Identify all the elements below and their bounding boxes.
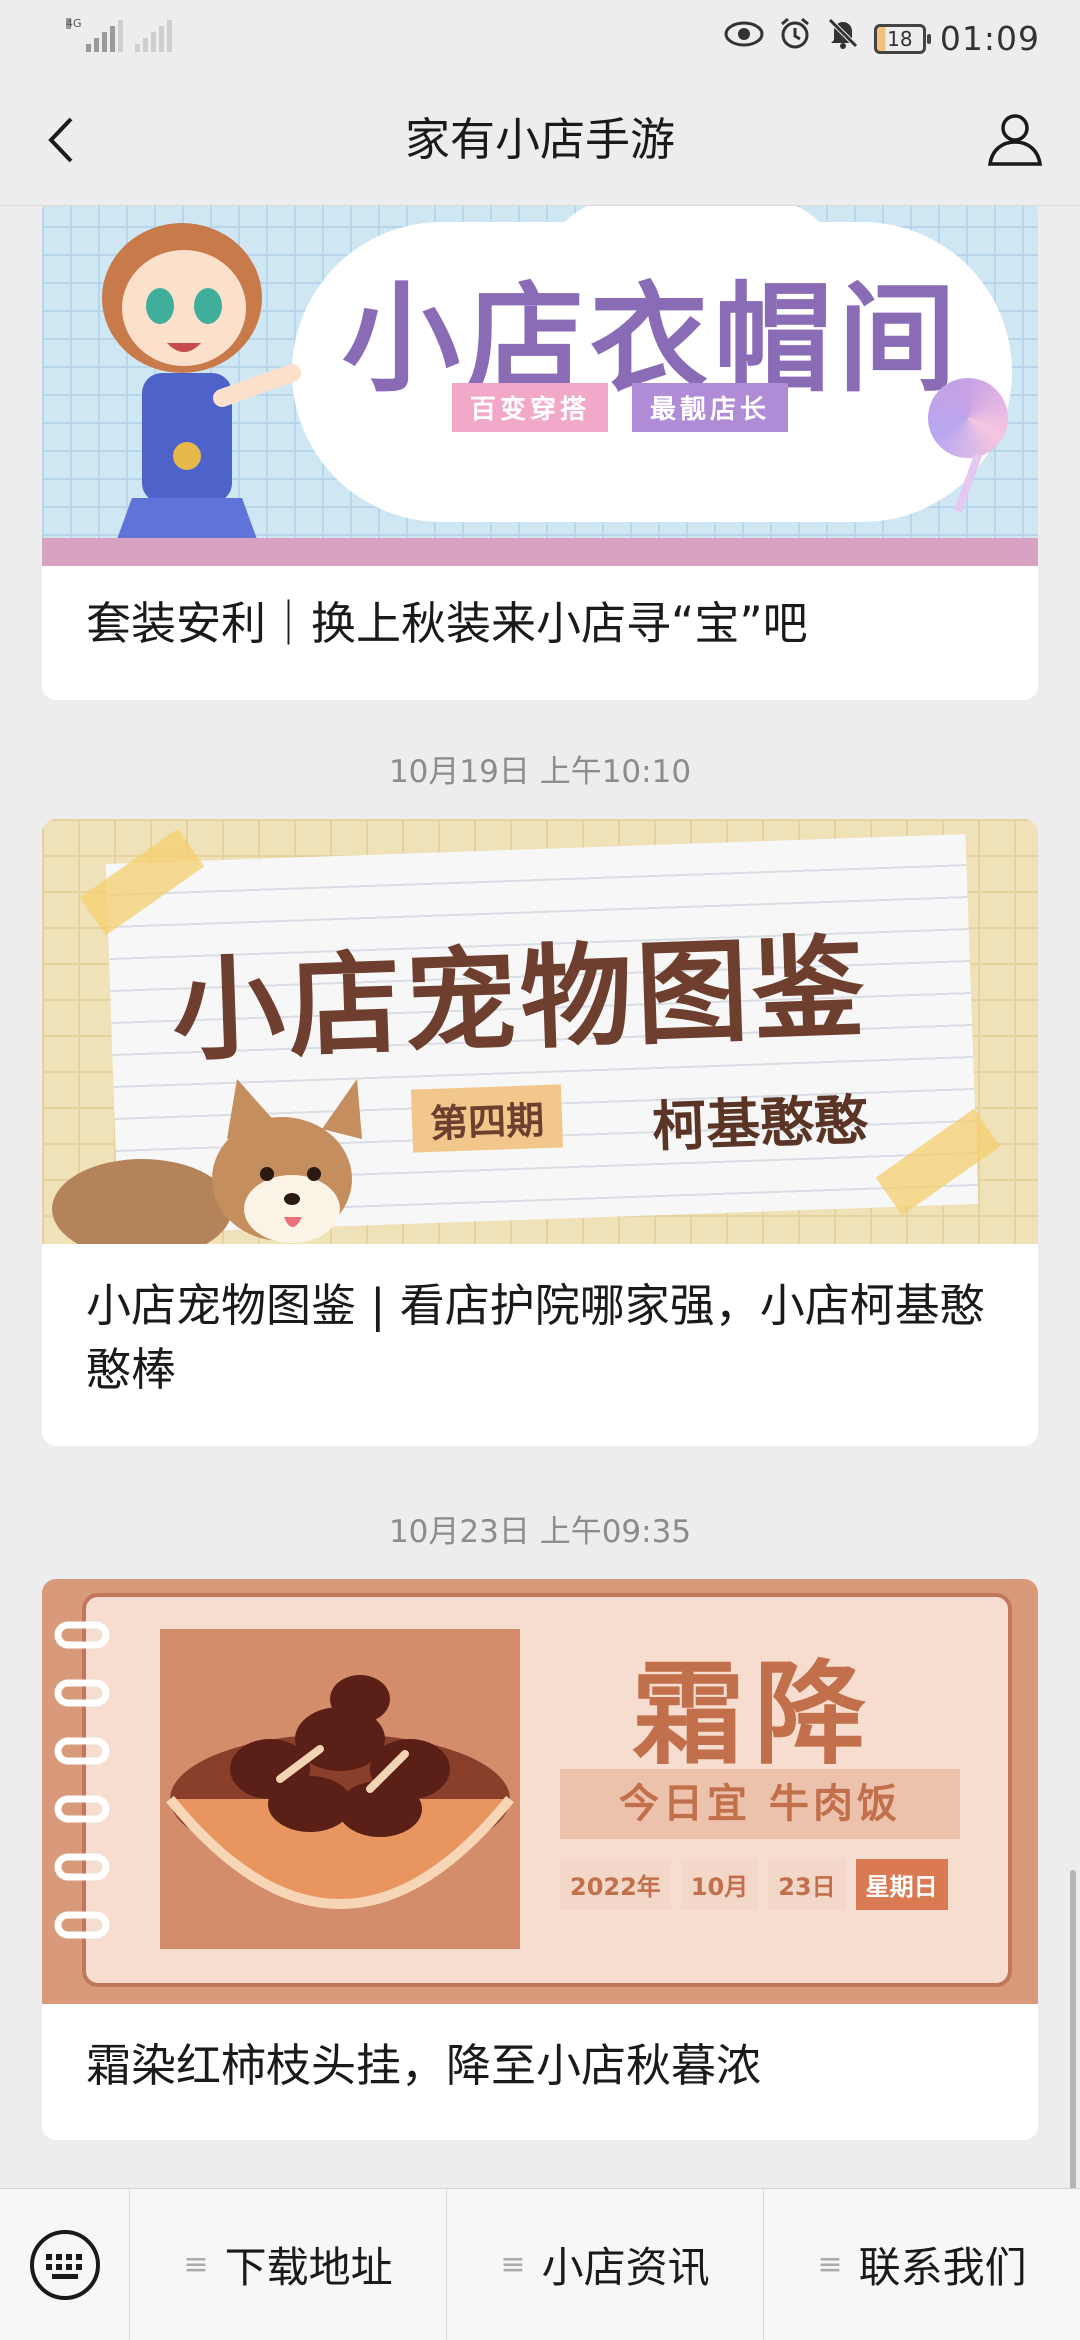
article-title[interactable]: 霜染红柿枝头挂，降至小店秋暮浓 xyxy=(42,2004,1038,2140)
banner-tag: 最靓店长 xyxy=(632,383,789,432)
menu-item-label: 小店资讯 xyxy=(541,2243,710,2292)
menu-item-news[interactable]: ≡ 小店资讯 xyxy=(447,2188,764,2340)
signal-4g-icon: 4G xyxy=(66,18,123,52)
page-title: 家有小店手游 xyxy=(404,113,675,166)
article-cover-image: 小店衣帽间 百变穿搭 最靓店长 xyxy=(42,206,1038,566)
status-time: 01:09 xyxy=(939,19,1040,58)
notebook-rings xyxy=(54,1621,110,1939)
banner-year: 2022年 xyxy=(560,1859,671,1910)
banner-date-row: 2022年 10月 23日 星期日 xyxy=(560,1859,948,1910)
status-bar: 4G 18 01:09 xyxy=(0,0,1080,72)
anime-girl-illustration xyxy=(102,223,301,553)
article-cover-image: 霜降 今日宜 牛肉饭 2022年 10月 23日 星期日 xyxy=(42,1579,1038,2004)
timestamp: 10月19日 上午10:10 xyxy=(388,754,692,790)
person-icon xyxy=(987,114,1043,166)
banner-heading: 霜降 xyxy=(632,1650,876,1780)
profile-button[interactable] xyxy=(980,104,1050,174)
menu-lines-icon: ≡ xyxy=(183,2247,209,2282)
article-cover-image: 小店宠物图鉴 第四期 柯基憨憨 xyxy=(42,819,1038,1244)
battery-icon: 18 xyxy=(873,23,931,54)
banner-tag: 百变穿搭 xyxy=(452,383,609,432)
article-card[interactable]: 小店宠物图鉴 第四期 柯基憨憨 小店宠物图鉴 | 看店护院哪家强，小店柯基憨憨棒 xyxy=(42,819,1038,1446)
network-label: 4G xyxy=(66,17,82,30)
lollipop-icon xyxy=(928,378,1008,458)
keyboard-icon xyxy=(29,2229,100,2300)
keyboard-toggle-button[interactable] xyxy=(0,2188,130,2340)
corgi-illustration xyxy=(52,1079,362,1244)
banner-subtitle: 今日宜 牛肉饭 xyxy=(560,1769,960,1839)
scrollbar[interactable] xyxy=(1070,1870,1076,2190)
banner-heading: 小店宠物图鉴 xyxy=(170,922,871,1078)
banner-weekday: 星期日 xyxy=(855,1859,948,1910)
article-feed[interactable]: 小店衣帽间 百变穿搭 最靓店长 套装安利｜换上秋装来小店寻“宝”吧 10月19日… xyxy=(0,206,1080,2188)
article-title[interactable]: 小店宠物图鉴 | 看店护院哪家强，小店柯基憨憨棒 xyxy=(42,1244,1038,1446)
signal-indicators: 4G xyxy=(66,18,172,52)
menu-lines-icon: ≡ xyxy=(500,2247,526,2282)
nav-bar: 家有小店手游 xyxy=(0,72,1080,206)
status-icons: 18 01:09 xyxy=(724,16,1040,61)
menu-item-label: 下载地址 xyxy=(224,2243,393,2292)
banner-day: 23日 xyxy=(768,1859,846,1910)
alarm-icon xyxy=(778,16,812,61)
banner-issue-badge: 第四期 xyxy=(410,1084,564,1153)
menu-item-contact[interactable]: ≡ 联系我们 xyxy=(764,2189,1080,2340)
menu-lines-icon: ≡ xyxy=(817,2247,843,2282)
signal-no-sim-icon xyxy=(135,18,172,52)
bottom-menu: ≡ 下载地址 ≡ 小店资讯 ≡ 联系我们 xyxy=(0,2188,1080,2340)
eye-icon xyxy=(724,19,764,59)
timestamp: 10月23日 上午09:35 xyxy=(388,1514,692,1550)
beef-rice-bowl-illustration xyxy=(160,1629,520,1949)
menu-item-label: 联系我们 xyxy=(858,2243,1027,2292)
article-title[interactable]: 套装安利｜换上秋装来小店寻“宝”吧 xyxy=(42,566,1038,700)
banner-month: 10月 xyxy=(680,1859,759,1910)
article-card[interactable]: 小店衣帽间 百变穿搭 最靓店长 套装安利｜换上秋装来小店寻“宝”吧 xyxy=(42,206,1038,700)
menu-item-download[interactable]: ≡ 下载地址 xyxy=(130,2188,447,2340)
banner-pet-name: 柯基憨憨 xyxy=(651,1088,870,1159)
article-card[interactable]: 霜降 今日宜 牛肉饭 2022年 10月 23日 星期日 霜染红柿枝头挂，降至小… xyxy=(42,1579,1038,2140)
mute-bell-icon xyxy=(826,16,860,61)
